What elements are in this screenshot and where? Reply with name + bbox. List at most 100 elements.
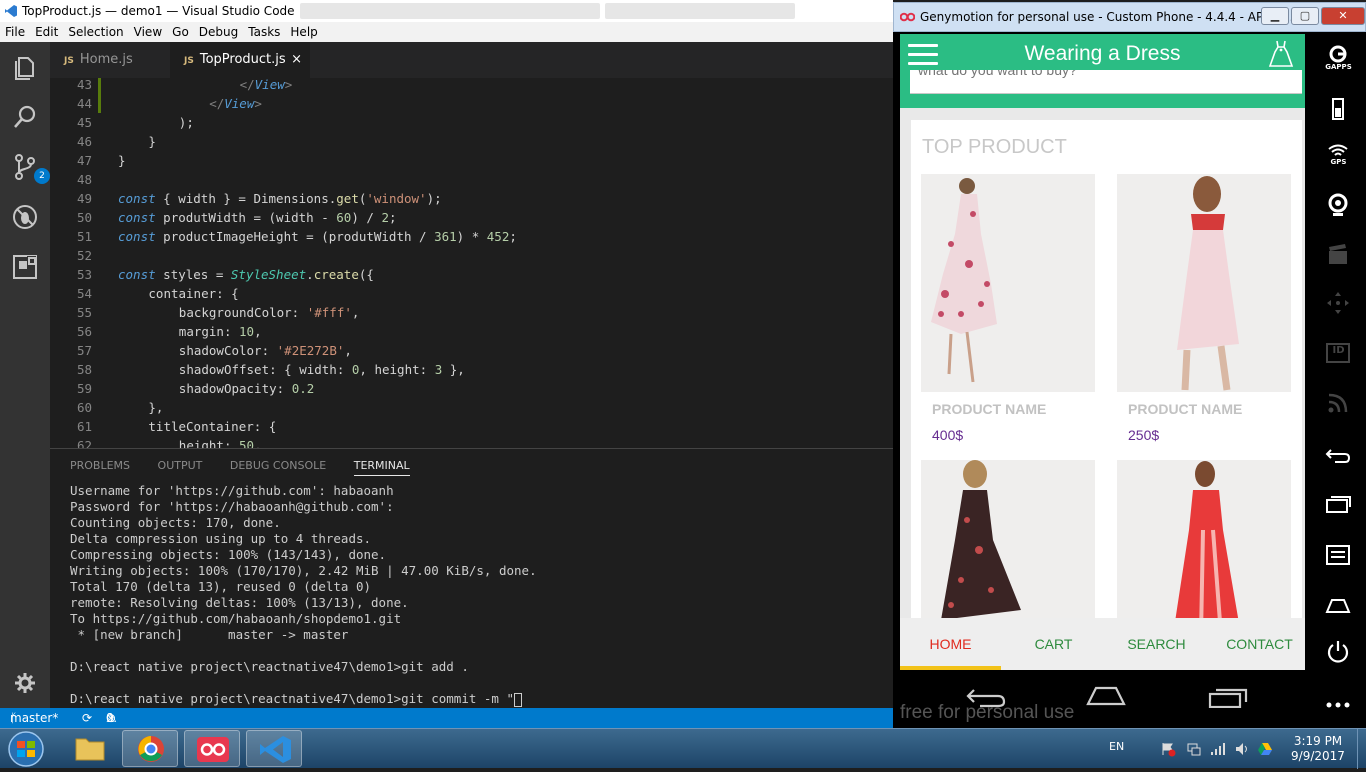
volume-icon[interactable] (1234, 741, 1250, 757)
line-number: 52 (76, 248, 92, 263)
tab-terminal[interactable]: TERMINAL (353, 459, 410, 476)
vscode-taskbar-button[interactable] (246, 730, 302, 767)
product-item[interactable]: PRODUCT NAME 250$ (1117, 174, 1291, 454)
nav-search[interactable]: SEARCH (1106, 636, 1207, 652)
signal-icon[interactable] (1210, 741, 1226, 757)
action-center-flag-icon[interactable] (1160, 741, 1176, 757)
js-file-icon: JS (184, 56, 194, 66)
phone-screen: Wearing a Dress TOP PRODUCT PRODU (900, 34, 1305, 670)
terminal-line: Username for 'https://github.com': habao… (70, 483, 394, 498)
menu-edit[interactable]: Edit (30, 22, 63, 42)
menu-icon[interactable] (1325, 542, 1351, 568)
terminal-output[interactable]: Username for 'https://github.com': habao… (70, 483, 537, 707)
video-icon[interactable] (1325, 242, 1351, 268)
line-number: 61 (76, 419, 92, 434)
search-input[interactable] (918, 70, 1288, 78)
code-editor[interactable]: 43 </View> 44 </View> 45); 46} 47} 48 49 const { … (50, 78, 893, 448)
line-number: 48 (76, 172, 92, 187)
clock-time: 3:19 PM (1293, 734, 1343, 748)
menu-tasks[interactable]: Tasks (243, 22, 285, 42)
tab-home-js[interactable]: JS Home.js (50, 42, 168, 78)
extensions-icon[interactable] (10, 252, 40, 282)
search-field[interactable] (910, 70, 1302, 94)
nav-cart[interactable]: CART (1003, 636, 1104, 652)
webcam-icon[interactable] (1325, 192, 1351, 218)
debug-icon[interactable] (10, 202, 40, 232)
menu-go[interactable]: Go (167, 22, 194, 42)
js-file-icon: JS (64, 56, 74, 66)
vscode-titlebar: TopProduct.js — demo1 — Visual Studio Co… (0, 0, 893, 22)
battery-icon[interactable] (1325, 96, 1351, 122)
product-image[interactable] (1117, 460, 1291, 640)
product-item[interactable] (1117, 460, 1291, 640)
tab-problems[interactable]: PROBLEMS (70, 459, 130, 472)
terminal-line: D:\react native project\reactnative47\de… (70, 659, 469, 674)
recent-apps-icon[interactable] (1208, 686, 1248, 708)
tab-label: Home.js (79, 52, 133, 67)
more-icon[interactable] (1325, 692, 1351, 718)
rss-icon[interactable] (1325, 390, 1351, 416)
close-button[interactable]: ✕ (1321, 7, 1365, 25)
line-number: 58 (76, 362, 92, 377)
code-line: 49 const { width } = Dimensions.get('wind… (50, 189, 893, 208)
code-line: 44 </View> (50, 94, 893, 113)
nav-contact[interactable]: CONTACT (1209, 636, 1305, 652)
code-text: margin: 10, (178, 324, 262, 339)
home-icon[interactable] (1325, 592, 1351, 618)
google-drive-icon[interactable] (1257, 741, 1273, 757)
chrome-icon (138, 736, 164, 762)
line-number: 55 (76, 305, 92, 320)
sync-icon[interactable]: ⟳ (82, 708, 92, 728)
code-text: titleContainer: { (148, 419, 277, 434)
dress-dark-floral-image (921, 460, 1095, 640)
recent-apps-icon[interactable] (1325, 492, 1351, 518)
minimize-button[interactable]: ▁ (1261, 7, 1289, 25)
home-icon[interactable] (1086, 684, 1126, 706)
menu-help[interactable]: Help (285, 22, 322, 42)
code-line: 45); (50, 113, 893, 132)
tab-debug-console[interactable]: DEBUG CONSOLE (230, 459, 326, 472)
code-line: 51 const productImageHeight = (produtWidt… (50, 227, 893, 246)
windows-taskbar: EN 3:19 PM 9/9/2017 (0, 728, 1366, 769)
genymotion-titlebar: Genymotion for personal use - Custom Pho… (893, 2, 1366, 32)
close-icon[interactable]: × (291, 42, 302, 78)
tab-topproduct-js[interactable]: JS TopProduct.js × (170, 42, 310, 78)
genymotion-taskbar-button[interactable] (184, 730, 240, 767)
start-button[interactable] (4, 730, 48, 768)
product-image[interactable] (921, 174, 1095, 392)
code-text: </View> (209, 96, 262, 111)
explorer-icon[interactable] (10, 52, 40, 82)
menu-view[interactable]: View (129, 22, 167, 42)
bottom-navigation: HOME CART SEARCH CONTACT (900, 618, 1305, 670)
product-item[interactable] (921, 460, 1095, 640)
line-number: 51 (76, 229, 92, 244)
search-icon[interactable] (10, 102, 40, 132)
product-name: PRODUCT NAME (932, 401, 1047, 417)
gear-icon[interactable] (12, 670, 38, 696)
language-indicator[interactable]: EN (1109, 740, 1124, 753)
terminal-cursor (514, 692, 523, 707)
tab-output[interactable]: OUTPUT (158, 459, 203, 472)
product-item[interactable]: PRODUCT NAME 400$ (921, 174, 1095, 454)
dress-icon[interactable] (1267, 39, 1295, 69)
product-image[interactable] (921, 460, 1095, 640)
product-image[interactable] (1117, 174, 1291, 392)
code-text: height: 50, (178, 438, 262, 448)
menu-file[interactable]: File (0, 22, 30, 42)
maximize-button[interactable]: ▢ (1291, 7, 1319, 25)
chrome-taskbar-button[interactable] (122, 730, 178, 767)
source-control-icon[interactable]: 2 (10, 152, 50, 184)
file-explorer-taskbar-button[interactable] (62, 730, 118, 767)
menu-debug[interactable]: Debug (194, 22, 243, 42)
taskbar-clock[interactable]: 3:19 PM 9/9/2017 (1287, 734, 1349, 764)
back-icon[interactable] (1325, 442, 1351, 468)
show-desktop-button[interactable] (1357, 729, 1366, 769)
nav-home[interactable]: HOME (900, 636, 1001, 652)
power-icon[interactable] (1325, 638, 1351, 664)
dpad-icon[interactable] (1325, 290, 1351, 316)
terminal-line: remote: Resolving deltas: 100% (13/13), … (70, 595, 409, 610)
menu-selection[interactable]: Selection (63, 22, 128, 42)
network-icon[interactable] (1186, 741, 1202, 757)
